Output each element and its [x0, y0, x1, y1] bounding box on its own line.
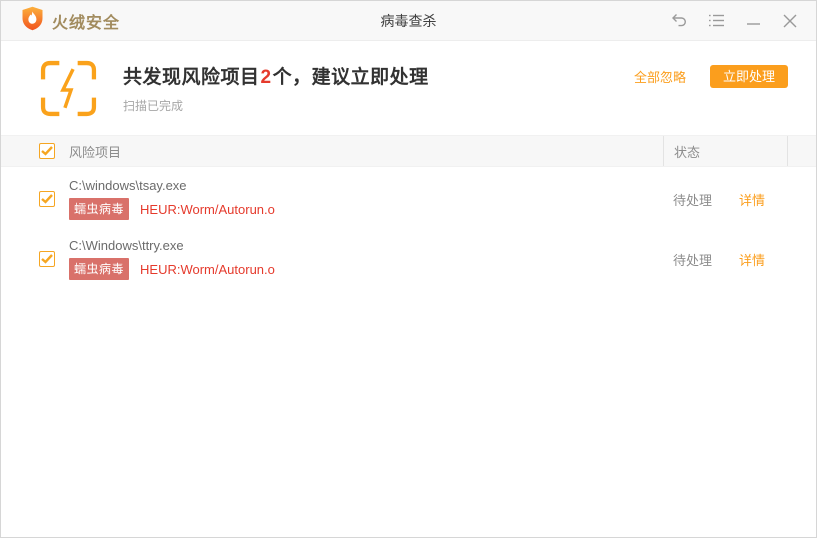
app-window: 火绒安全 病毒查杀 [0, 0, 817, 538]
shield-flame-icon [21, 6, 44, 36]
back-arrow-icon[interactable] [669, 11, 689, 31]
risk-row: C:\windows\tsay.exe 蠕虫病毒 HEUR:Worm/Autor… [1, 171, 816, 227]
status-column-header: 状态 [663, 136, 788, 166]
scan-lightning-icon [40, 60, 97, 117]
close-icon[interactable] [780, 11, 800, 31]
virus-info: 蠕虫病毒 HEUR:Worm/Autorun.o [69, 198, 275, 220]
row-spacer [788, 231, 816, 287]
row-spacer [788, 171, 816, 227]
file-path: C:\Windows\ttry.exe [69, 238, 275, 253]
risk-table-header: 风险项目 状态 [1, 135, 816, 167]
virus-name: HEUR:Worm/Autorun.o [140, 202, 275, 217]
summary-actions: 全部忽略 立即处理 [634, 65, 788, 88]
virus-name: HEUR:Worm/Autorun.o [140, 262, 275, 277]
risk-count: 2 [260, 67, 273, 88]
virus-type-badge: 蠕虫病毒 [69, 258, 129, 280]
header-spacer [788, 136, 816, 166]
process-now-button[interactable]: 立即处理 [710, 65, 788, 88]
item-column-label: 风险项目 [69, 142, 121, 161]
row-content: C:\Windows\ttry.exe 蠕虫病毒 HEUR:Worm/Autor… [69, 238, 275, 280]
summary-text: 共发现风险项目2个，建议立即处理 扫描已完成 [123, 62, 429, 114]
row-checkbox[interactable] [39, 251, 55, 267]
row-status-cell: 待处理 详情 [663, 250, 788, 269]
risk-row: C:\Windows\ttry.exe 蠕虫病毒 HEUR:Worm/Autor… [1, 231, 816, 287]
status-badge: 待处理 [673, 190, 712, 209]
scan-status-text: 扫描已完成 [123, 97, 429, 114]
detail-link[interactable]: 详情 [739, 190, 765, 209]
row-content: C:\windows\tsay.exe 蠕虫病毒 HEUR:Worm/Autor… [69, 178, 275, 220]
minimize-icon[interactable] [743, 11, 763, 31]
file-path: C:\windows\tsay.exe [69, 178, 275, 193]
app-brand: 火绒安全 [1, 6, 120, 36]
window-controls [669, 11, 816, 31]
titlebar: 火绒安全 病毒查杀 [1, 1, 816, 41]
scan-summary: 共发现风险项目2个，建议立即处理 扫描已完成 全部忽略 立即处理 [1, 41, 816, 135]
row-status-cell: 待处理 详情 [663, 190, 788, 209]
row-item-cell: C:\Windows\ttry.exe 蠕虫病毒 HEUR:Worm/Autor… [1, 238, 663, 280]
summary-title: 共发现风险项目2个，建议立即处理 [123, 62, 429, 89]
ignore-all-link[interactable]: 全部忽略 [634, 67, 686, 86]
item-column-header: 风险项目 [1, 136, 663, 166]
virus-type-badge: 蠕虫病毒 [69, 198, 129, 220]
app-name: 火绒安全 [52, 9, 120, 33]
row-checkbox[interactable] [39, 191, 55, 207]
row-item-cell: C:\windows\tsay.exe 蠕虫病毒 HEUR:Worm/Autor… [1, 178, 663, 220]
virus-info: 蠕虫病毒 HEUR:Worm/Autorun.o [69, 258, 275, 280]
list-menu-icon[interactable] [706, 11, 726, 31]
select-all-checkbox[interactable] [39, 143, 55, 159]
detail-link[interactable]: 详情 [739, 250, 765, 269]
status-badge: 待处理 [673, 250, 712, 269]
